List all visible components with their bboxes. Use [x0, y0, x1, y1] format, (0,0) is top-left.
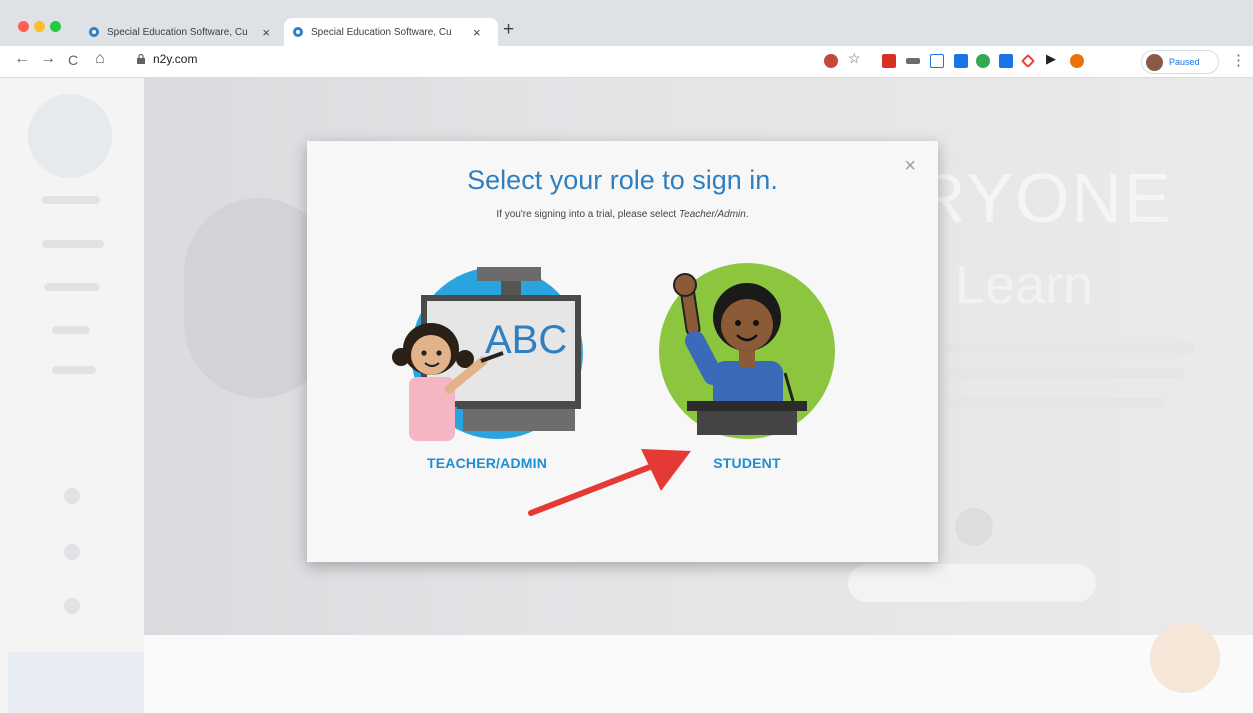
profile-button[interactable]: Paused: [1141, 50, 1219, 74]
page-viewport: RYONE Learn × Select your role to sign i…: [0, 78, 1253, 713]
home-button[interactable]: ⌂: [95, 50, 105, 68]
reload-button[interactable]: C: [68, 52, 78, 68]
hero-line: [944, 398, 1164, 408]
sidebar-icon: [64, 544, 80, 560]
extension-icon[interactable]: [1070, 54, 1084, 68]
profile-status: Paused: [1169, 57, 1200, 67]
sidebar-item: [44, 283, 100, 291]
hero-button: [848, 564, 1096, 602]
sidebar-footer: [8, 652, 144, 713]
browser-menu-icon[interactable]: ⋮: [1231, 51, 1246, 69]
sidebar-icon: [64, 488, 80, 504]
extension-icon[interactable]: [824, 54, 838, 68]
subtitle-emphasis: Teacher/Admin: [678, 209, 746, 220]
modal-subtitle: If you're signing into a trial, please s…: [307, 209, 938, 220]
video-play-icon: [955, 508, 993, 546]
tab-title: Special Education Software, Cu: [311, 26, 452, 38]
subtitle-period: .: [745, 209, 749, 220]
browser-toolbar: ← → C ⌂ n2y.com ☆ ▶ Paused ⋮: [0, 46, 1253, 78]
modal-title: Select your role to sign in.: [467, 165, 778, 195]
browser-tab-active[interactable]: Special Education Software, Cu ×: [284, 18, 498, 46]
extension-icon[interactable]: [882, 54, 896, 68]
hero-headline: RYONE: [915, 159, 1173, 237]
chat-bubble-icon: [1150, 623, 1220, 693]
extension-icon[interactable]: [906, 58, 920, 64]
sidebar-item: [42, 196, 100, 204]
bookmark-star-icon[interactable]: ☆: [848, 50, 861, 67]
tab-strip: Special Education Software, Cu × Special…: [0, 0, 1253, 46]
new-tab-button[interactable]: +: [503, 19, 514, 41]
forward-button[interactable]: →: [40, 50, 56, 68]
zoom-window-light[interactable]: [50, 21, 61, 32]
role-select-modal: × Select your role to sign in. If you're…: [307, 141, 938, 562]
n2y-favicon-icon: [292, 26, 304, 38]
address-bar[interactable]: n2y.com: [137, 52, 197, 66]
student-option[interactable]: STUDENT: [647, 261, 847, 471]
hero-line: [944, 368, 1184, 378]
sidebar-item: [42, 240, 104, 248]
extension-icon[interactable]: [999, 54, 1013, 68]
sidebar-item: [52, 366, 96, 374]
subtitle-text: If you're signing into a trial, please s…: [496, 209, 679, 220]
play-extension-icon[interactable]: ▶: [1046, 51, 1056, 67]
back-button[interactable]: ←: [14, 50, 30, 68]
sidebar-icon: [64, 598, 80, 614]
teacher-admin-option[interactable]: ABC TEACHER/ADMIN: [387, 261, 587, 471]
site-logo: [28, 94, 112, 178]
teacher-illustration-icon: ABC: [392, 267, 583, 441]
close-tab-icon[interactable]: ×: [473, 25, 481, 40]
hero-subheadline: Learn: [955, 255, 1094, 315]
extension-icon[interactable]: [954, 54, 968, 68]
extension-icon[interactable]: [1020, 53, 1036, 69]
extension-icon[interactable]: [930, 54, 944, 68]
sidebar-item: [52, 326, 90, 334]
n2y-favicon-icon: [88, 26, 100, 38]
close-window-light[interactable]: [18, 21, 29, 32]
minimize-window-light[interactable]: [34, 21, 45, 32]
url-text: n2y.com: [153, 52, 198, 66]
site-sidebar: [0, 78, 144, 713]
browser-tab[interactable]: Special Education Software, Cu ×: [80, 18, 278, 46]
avatar: [1146, 53, 1163, 71]
hero-line: [944, 343, 1194, 353]
browser-window: Special Education Software, Cu × Special…: [0, 0, 1253, 713]
close-tab-icon[interactable]: ×: [262, 25, 270, 40]
annotation-arrow-icon: [528, 449, 691, 516]
page-bottom-section: [144, 635, 1253, 713]
student-illustration-icon: [659, 263, 835, 439]
lock-icon: [137, 54, 145, 64]
tab-title: Special Education Software, Cu: [107, 26, 248, 38]
evernote-extension-icon[interactable]: [976, 54, 990, 68]
